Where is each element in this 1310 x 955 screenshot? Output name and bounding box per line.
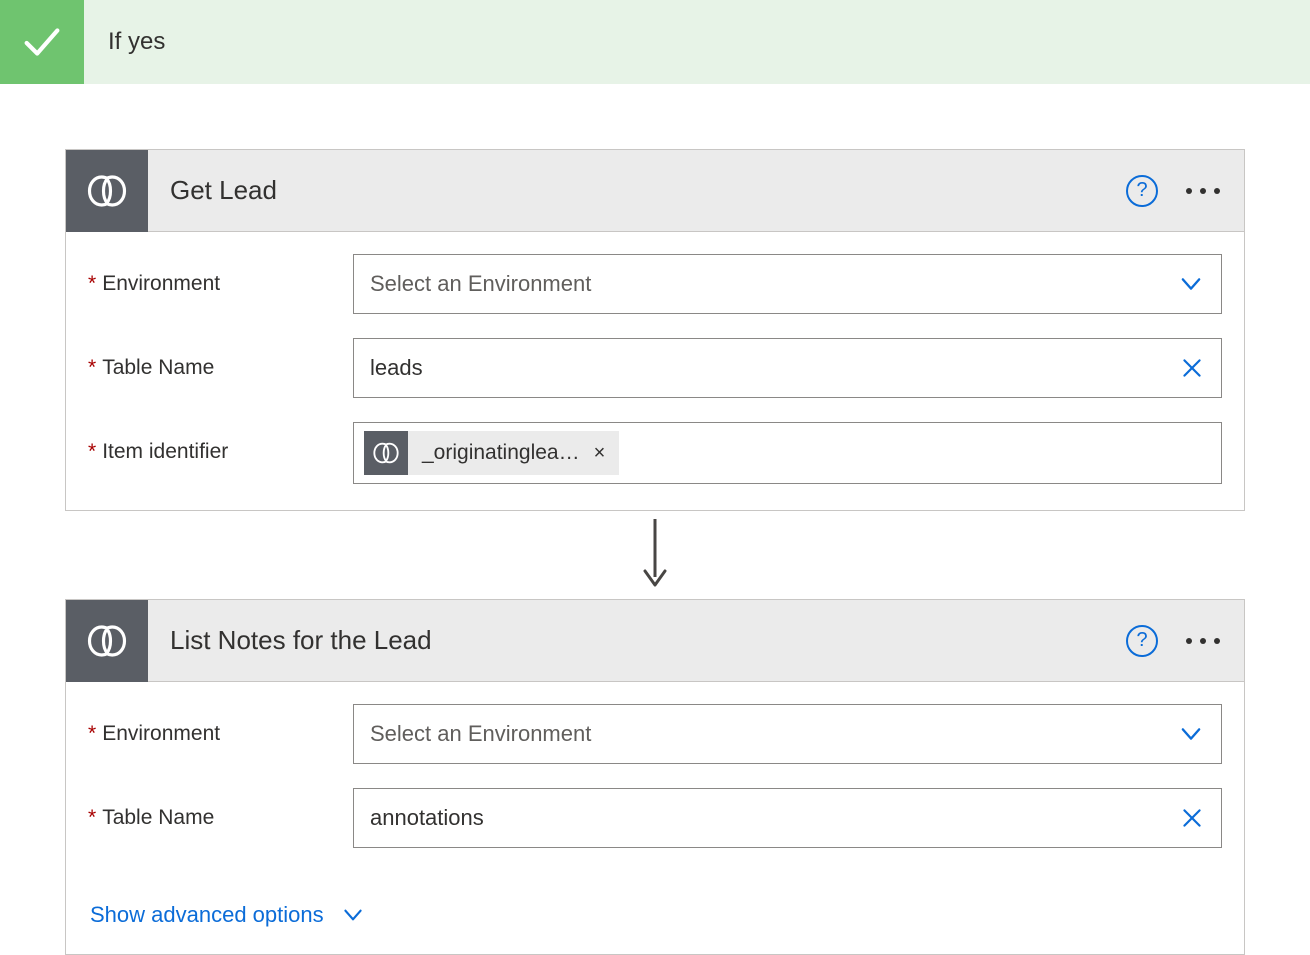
environment-dropdown[interactable]: Select an Environment (353, 254, 1222, 314)
clear-icon[interactable] (1179, 355, 1205, 381)
table-name-input[interactable]: leads (353, 338, 1222, 398)
token-label: _originatinglea… (408, 441, 590, 465)
chevron-down-icon (1177, 270, 1205, 298)
field-label: * Item identifier (88, 422, 353, 464)
environment-dropdown[interactable]: Select an Environment (353, 704, 1222, 764)
field-label-text: Item identifier (102, 440, 228, 464)
action-card-title: List Notes for the Lead (148, 625, 1126, 656)
field-row-table-name: * Table Name leads (88, 338, 1222, 398)
action-card-title: Get Lead (148, 175, 1126, 206)
show-advanced-label: Show advanced options (90, 902, 324, 928)
more-menu-button[interactable] (1186, 188, 1220, 194)
action-card-body: * Environment Select an Environment * Ta… (66, 682, 1244, 954)
field-label: * Environment (88, 254, 353, 296)
action-card-list-notes: List Notes for the Lead ? * Environment … (65, 599, 1245, 955)
table-name-input[interactable]: annotations (353, 788, 1222, 848)
clear-icon[interactable] (1179, 805, 1205, 831)
checkmark-icon (0, 0, 84, 84)
condition-branch-header: If yes (0, 0, 1310, 84)
dataverse-icon (364, 431, 408, 475)
chevron-down-icon (1177, 720, 1205, 748)
field-label: * Table Name (88, 338, 353, 380)
field-row-item-identifier: * Item identifier _originatinglea… × (88, 422, 1222, 484)
dropdown-placeholder: Select an Environment (370, 271, 1177, 297)
field-row-environment: * Environment Select an Environment (88, 254, 1222, 314)
flow-steps-container: Get Lead ? * Environment Select an Envir… (0, 84, 1310, 955)
help-icon[interactable]: ? (1126, 625, 1158, 657)
required-indicator: * (88, 272, 96, 296)
token-remove-icon[interactable]: × (590, 442, 620, 465)
dataverse-icon (66, 600, 148, 682)
dataverse-icon (66, 150, 148, 232)
input-value: leads (370, 355, 1179, 381)
required-indicator: * (88, 356, 96, 380)
action-card-get-lead: Get Lead ? * Environment Select an Envir… (65, 149, 1245, 511)
chevron-down-icon (340, 902, 366, 928)
arrow-connector (65, 511, 1245, 599)
field-label-text: Environment (102, 722, 220, 746)
field-label: * Table Name (88, 788, 353, 830)
help-icon[interactable]: ? (1126, 175, 1158, 207)
action-card-header[interactable]: Get Lead ? (66, 150, 1244, 232)
action-card-body: * Environment Select an Environment * Ta… (66, 232, 1244, 510)
action-card-header[interactable]: List Notes for the Lead ? (66, 600, 1244, 682)
input-value: annotations (370, 805, 1179, 831)
required-indicator: * (88, 440, 96, 464)
more-menu-button[interactable] (1186, 638, 1220, 644)
field-label-text: Table Name (102, 806, 214, 830)
item-identifier-input[interactable]: _originatinglea… × (353, 422, 1222, 484)
required-indicator: * (88, 722, 96, 746)
field-row-environment: * Environment Select an Environment (88, 704, 1222, 764)
field-label: * Environment (88, 704, 353, 746)
show-advanced-options-toggle[interactable]: Show advanced options (88, 902, 366, 928)
field-label-text: Table Name (102, 356, 214, 380)
field-label-text: Environment (102, 272, 220, 296)
field-row-table-name: * Table Name annotations (88, 788, 1222, 848)
dynamic-content-token[interactable]: _originatinglea… × (364, 431, 619, 475)
required-indicator: * (88, 806, 96, 830)
condition-branch-label: If yes (84, 28, 165, 56)
dropdown-placeholder: Select an Environment (370, 721, 1177, 747)
